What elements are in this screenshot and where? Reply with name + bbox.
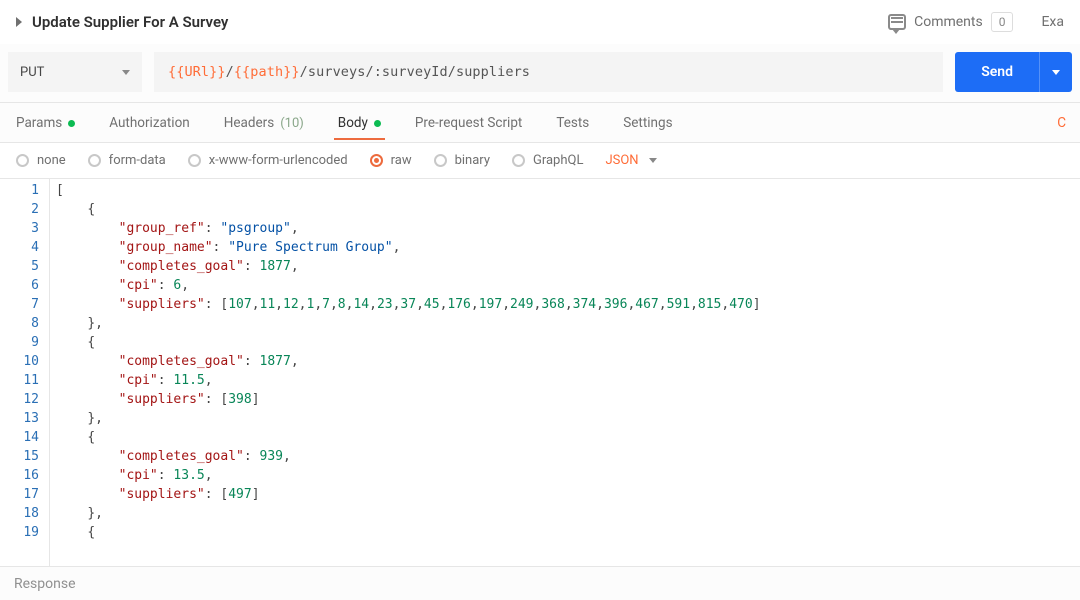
tab-settings[interactable]: Settings	[619, 105, 676, 140]
http-method-select[interactable]: PUT	[8, 52, 142, 92]
bodytype-none[interactable]: none	[16, 153, 66, 168]
response-pane-toggle[interactable]: Response	[0, 566, 1080, 600]
comments-label: Comments	[914, 14, 983, 30]
send-button-label: Send	[955, 64, 1039, 80]
request-tabs: Params Authorization Headers (10) Body P…	[0, 103, 1080, 143]
examples-truncated-label[interactable]: Exa	[1041, 14, 1064, 30]
http-method-value: PUT	[20, 65, 44, 80]
bodytype-binary[interactable]: binary	[434, 153, 490, 168]
changed-dot-icon	[68, 120, 75, 127]
tab-authorization[interactable]: Authorization	[105, 105, 193, 140]
comment-icon	[888, 14, 906, 30]
changed-dot-icon	[374, 120, 381, 127]
url-var-path: {{path}}	[234, 64, 300, 80]
cookies-truncated[interactable]: C	[1057, 115, 1068, 131]
bodytype-xwww[interactable]: x-www-form-urlencoded	[188, 153, 348, 168]
code-area[interactable]: [ { "group_ref": "psgroup", "group_name"…	[50, 179, 1080, 566]
send-button[interactable]: Send	[955, 52, 1072, 92]
body-type-selector: none form-data x-www-form-urlencoded raw…	[0, 143, 1080, 179]
comments-count-badge: 0	[991, 12, 1014, 32]
bodytype-raw[interactable]: raw	[370, 153, 412, 168]
request-title: Update Supplier For A Survey	[32, 13, 228, 31]
chevron-down-icon	[649, 158, 657, 163]
url-var-uri: {{URl}}	[168, 64, 226, 80]
tab-params[interactable]: Params	[12, 105, 79, 140]
bodytype-formdata[interactable]: form-data	[88, 153, 166, 168]
url-input[interactable]: {{URl}}/{{path}}/surveys/:surveyId/suppl…	[154, 52, 943, 92]
tab-tests[interactable]: Tests	[552, 105, 593, 140]
response-label: Response	[14, 576, 76, 592]
chevron-down-icon	[122, 70, 130, 75]
collapse-chevron-icon[interactable]	[16, 17, 22, 27]
body-editor[interactable]: 12345678910111213141516171819 [ { "group…	[0, 179, 1080, 566]
comments-button[interactable]: Comments 0	[888, 12, 1013, 32]
raw-mimetype-select[interactable]: JSON	[605, 153, 656, 168]
send-button-dropdown[interactable]	[1039, 52, 1072, 92]
tab-body[interactable]: Body	[334, 105, 385, 140]
bodytype-graphql[interactable]: GraphQL	[512, 153, 583, 168]
url-rest: /surveys/:surveyId/suppliers	[300, 64, 530, 80]
tab-headers[interactable]: Headers (10)	[220, 105, 308, 140]
line-number-gutter: 12345678910111213141516171819	[0, 179, 50, 566]
chevron-down-icon	[1052, 70, 1060, 75]
tab-prerequest[interactable]: Pre-request Script	[411, 105, 526, 140]
